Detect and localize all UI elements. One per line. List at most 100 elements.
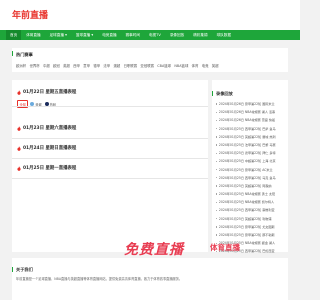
day-header[interactable]: 01月25日 星期一直播表程 (12, 164, 208, 172)
bullet-icon (216, 136, 218, 138)
about-text: 年前直播是一个足球直播、NBA直播与英超直播等体育直播网站，提供免费高清体育直播… (16, 277, 183, 281)
section-accent (12, 267, 14, 272)
recording-item[interactable]: 2024年01月25日 意甲第22轮 AC米兰 (216, 166, 286, 174)
day-title: 01月22日 星期五直播表程 (23, 90, 77, 95)
bullet-icon (216, 160, 218, 163)
hot-tag[interactable]: 德甲 (93, 63, 100, 68)
recording-item[interactable]: 2024年01月25日 英超第22轮 阿森纳 (216, 182, 286, 190)
bullet-icon (216, 144, 218, 146)
bullet-icon (216, 185, 218, 187)
banner-headline: 免费直播 (124, 242, 184, 258)
hot-tag[interactable]: 英超 (63, 63, 70, 68)
hot-tag[interactable]: 法甲 (103, 63, 110, 68)
hot-tag[interactable]: 澳超 (113, 63, 120, 68)
bullet-icon (216, 218, 218, 220)
fire-icon (17, 125, 21, 131)
bullet-icon (216, 127, 218, 130)
recording-item[interactable]: 2024年01月25日 NBA常规赛 凯尔特人 (216, 198, 286, 206)
recording-label: 2024年01月25日 西甲第22轮 塞维利亚 (218, 208, 275, 213)
bullet-icon (216, 168, 218, 171)
bullet-icon (216, 111, 218, 113)
recording-label: 2024年01月26日 意甲第22轮 国际米兰 (218, 102, 275, 106)
fire-icon (17, 89, 21, 95)
recording-label: 2024年01月25日 意甲第22轮 尤文图斯 (218, 224, 275, 229)
hot-tag[interactable]: 意甲 (83, 63, 90, 68)
recording-item[interactable]: 2024年01月25日 英超第22轮 利物浦 (216, 215, 286, 223)
recording-item[interactable]: 2024年01月25日 英超第22轮 曼城 热刺 (216, 133, 286, 141)
hot-tag[interactable]: 西甲 (73, 63, 80, 68)
nav-item-sports[interactable]: 体育直播 (26, 30, 40, 40)
bullet-icon (216, 119, 218, 122)
day-block: 01月23日 星期六直播表程 (12, 124, 208, 132)
nav-item-teams[interactable]: 球队数据 (217, 30, 231, 40)
recording-label: 2024年01月26日 NBA常规赛 湖人 活塞 (218, 110, 276, 115)
bullet-icon (216, 103, 218, 105)
recording-label: 2024年01月25日 英超第22轮 利物浦 (218, 216, 272, 221)
recording-label: 2024年01月25日 NBA常规赛 凯尔特人 (218, 200, 275, 205)
recording-label: 2024年01月25日 NBA常规赛 勇士 太阳 (218, 192, 276, 197)
day-title: 01月23日 星期六直播表程 (23, 126, 77, 131)
recording-item[interactable]: 2024年01月25日 德甲第22轮 拜仁 多特 (216, 149, 286, 157)
bullet-icon (216, 201, 218, 204)
bullet-icon (216, 177, 218, 179)
match-row[interactable]: 全部 曼城 热刺 (17, 100, 59, 108)
divider (12, 106, 208, 107)
day-title: 01月25日 星期一直播表程 (23, 166, 77, 171)
recording-item[interactable]: 2024年01月25日 西甲第22轮 巴萨 皇马 (216, 125, 286, 133)
recording-label: 2024年01月25日 德甲第22轮 拜仁 多特 (218, 151, 276, 156)
header: 年前直播 (0, 0, 300, 30)
day-header[interactable]: 01月24日 星期日直播表程 (12, 144, 208, 152)
fire-icon (17, 165, 21, 171)
nav-item-football[interactable]: 足球直播 ▾ (50, 30, 67, 40)
recording-item[interactable]: 2024年01月25日 西甲第22轮 马竞 皇马 (216, 174, 286, 182)
main-nav: 首页 体育直播 足球直播 ▾ 篮球直播 ▾ 电竞直播 赛事时间 电视TV 录像回… (0, 30, 300, 40)
hot-tag[interactable]: 体育 (192, 63, 199, 68)
recordings-panel: 录像回放 2024年01月26日 意甲第22轮 国际米兰 2024年01月26日… (212, 80, 288, 253)
about-title: 关于我们 (16, 267, 33, 272)
recording-item[interactable]: 2024年01月25日 意甲第22轮 尤文图斯 (216, 223, 286, 231)
recording-item[interactable]: 2024年01月25日 NBA常规赛 勇士 太阳 (216, 190, 286, 198)
recordings-title: 录像回放 (216, 91, 233, 96)
nav-item-replays[interactable]: 录像回放 (170, 30, 184, 40)
recording-item[interactable]: 2024年01月26日 NBA常规赛 湖人 活塞 (216, 108, 286, 116)
hot-tag[interactable]: 电竞 (202, 63, 209, 68)
day-block: 01月24日 星期日直播表程 (12, 144, 208, 152)
divider (12, 158, 208, 159)
nav-item-basketball[interactable]: 篮球直播 ▾ (76, 30, 93, 40)
recording-item[interactable]: 2024年01月25日 法甲第22轮 巴黎 马赛 (216, 141, 286, 149)
hot-tag[interactable]: CBA篮球 (157, 63, 171, 68)
site-logo[interactable]: 年前直播 (12, 8, 48, 21)
day-header[interactable]: 01月23日 星期六直播表程 (12, 124, 208, 132)
fire-icon (17, 145, 21, 151)
nav-item-esports[interactable]: 电竞直播 (102, 30, 116, 40)
hot-tag[interactable]: 英超 (212, 63, 219, 68)
schedule-panel: 01月22日 星期五直播表程 全部 曼城 热刺 01月23日 星期六直播表程 0… (12, 80, 208, 252)
recording-item[interactable]: 2024年01月26日 意甲第22轮 国际米兰 (216, 100, 286, 108)
nav-item-tv[interactable]: 电视TV (149, 30, 161, 40)
divider (12, 178, 208, 179)
bullet-icon (216, 193, 218, 195)
banner-subtitle: 体育直播 (210, 243, 240, 252)
hot-tag[interactable]: 欧冠 (53, 63, 60, 68)
recording-item[interactable]: 2024年01月26日 NBA常规赛 雷霆 快船 (216, 116, 286, 124)
divider (12, 138, 208, 139)
nav-item-highlights[interactable]: 精彩集锦 (193, 30, 207, 40)
hot-tag[interactable]: 中超 (43, 63, 50, 68)
recording-label: 2024年01月25日 英超第22轮 曼城 热刺 (218, 134, 276, 139)
recording-item[interactable]: 2024年01月25日 中超第22轮 上海 北京 (216, 157, 286, 165)
nav-item-home[interactable]: 首页 (6, 30, 22, 40)
hot-tag[interactable]: 日职联赛 (124, 63, 138, 68)
hot-tag[interactable]: 亚冠联赛 (140, 63, 154, 68)
day-header[interactable]: 01月22日 星期五直播表程 (12, 88, 208, 96)
nav-item-schedule[interactable]: 赛事时间 (126, 30, 140, 40)
recording-label: 2024年01月25日 西甲第22轮 巴萨 皇马 (218, 126, 276, 131)
hot-tag[interactable]: 欧洲杯 (16, 63, 26, 68)
recording-label: 2024年01月25日 中超第22轮 上海 北京 (218, 159, 276, 164)
recording-item[interactable]: 2024年01月25日 西甲第22轮 塞维利亚 (216, 206, 286, 214)
hot-events-title: 热门赛事 (16, 52, 33, 57)
hot-tag[interactable]: 世界杯 (29, 63, 39, 68)
day-title: 01月24日 星期日直播表程 (23, 146, 77, 151)
bullet-icon (216, 152, 218, 154)
day-block: 01月25日 星期一直播表程 (12, 164, 208, 172)
hot-tag[interactable]: NBA篮球 (174, 63, 188, 68)
